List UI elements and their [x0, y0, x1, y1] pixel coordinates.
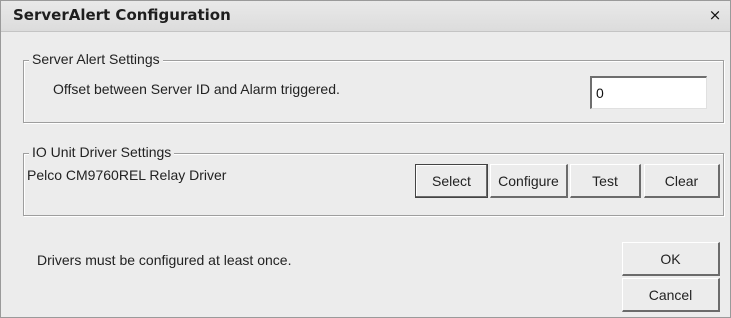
io-unit-driver-settings-label: IO Unit Driver Settings — [29, 144, 175, 160]
ok-button[interactable]: OK — [622, 242, 720, 276]
cancel-button[interactable]: Cancel — [622, 278, 720, 312]
configure-button[interactable]: Configure — [490, 164, 568, 198]
driver-name: Pelco CM9760REL Relay Driver — [27, 167, 227, 183]
dialog-title: ServerAlert Configuration — [13, 6, 231, 24]
server-alert-settings-label: Server Alert Settings — [29, 51, 163, 67]
close-button[interactable]: × — [706, 6, 724, 24]
drivers-note: Drivers must be configured at least once… — [37, 252, 292, 268]
test-button[interactable]: Test — [570, 164, 641, 198]
offset-input[interactable] — [590, 76, 707, 109]
serveralert-configuration-dialog: ServerAlert Configuration × Server Alert… — [0, 0, 731, 318]
title-bar[interactable]: ServerAlert Configuration × — [1, 1, 730, 32]
offset-label: Offset between Server ID and Alarm trigg… — [53, 81, 340, 97]
select-button[interactable]: Select — [415, 164, 488, 198]
clear-button[interactable]: Clear — [644, 164, 720, 198]
